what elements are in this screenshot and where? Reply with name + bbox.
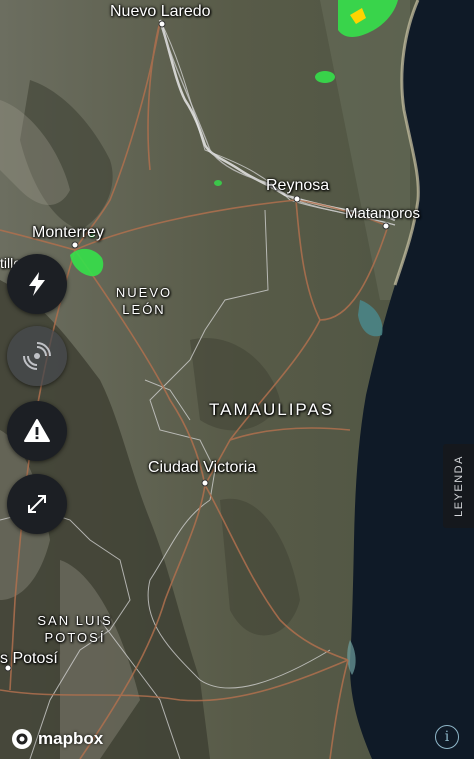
radar-layer-button[interactable] xyxy=(7,326,67,386)
legend-tab[interactable]: LEYENDA xyxy=(443,444,474,528)
city-label-ciudad-victoria: Ciudad Victoria xyxy=(148,459,257,476)
info-icon[interactable]: i xyxy=(435,725,459,749)
state-label-line: SAN LUIS xyxy=(37,613,113,628)
state-label-san-luis-potosi: SAN LUIS POTOSÍ xyxy=(30,612,120,646)
state-label-nuevo-leon: NUEVO LEÓN xyxy=(110,284,178,318)
legend-label: LEYENDA xyxy=(452,455,465,517)
city-label-monterrey: Monterrey xyxy=(32,224,105,241)
city-label-san-luis-potosi: s Potosí xyxy=(0,650,58,667)
lightning-icon xyxy=(29,272,45,296)
state-label-tamaulipas: TAMAULIPAS xyxy=(209,400,335,419)
state-label-line: NUEVO xyxy=(115,285,173,300)
map-view[interactable]: Nuevo Laredo Reynosa Matamoros Monterrey… xyxy=(0,0,474,759)
city-label-reynosa: Reynosa xyxy=(266,177,330,194)
city-label-nuevo-laredo: Nuevo Laredo xyxy=(110,3,211,20)
mapbox-wordmark: mapbox xyxy=(38,729,104,748)
mapbox-logo[interactable]: mapbox xyxy=(11,728,103,750)
alerts-layer-button[interactable] xyxy=(7,401,67,461)
fullscreen-button[interactable] xyxy=(7,474,67,534)
state-label-line: LEÓN xyxy=(122,302,166,317)
warning-triangle-icon xyxy=(24,419,50,442)
state-label-line: POTOSÍ xyxy=(44,630,106,645)
radar-icon xyxy=(23,342,51,370)
lightning-layer-button[interactable] xyxy=(7,254,67,314)
city-label-matamoros: Matamoros xyxy=(345,205,421,222)
mapbox-logo-icon xyxy=(12,729,32,749)
expand-icon xyxy=(28,495,46,513)
